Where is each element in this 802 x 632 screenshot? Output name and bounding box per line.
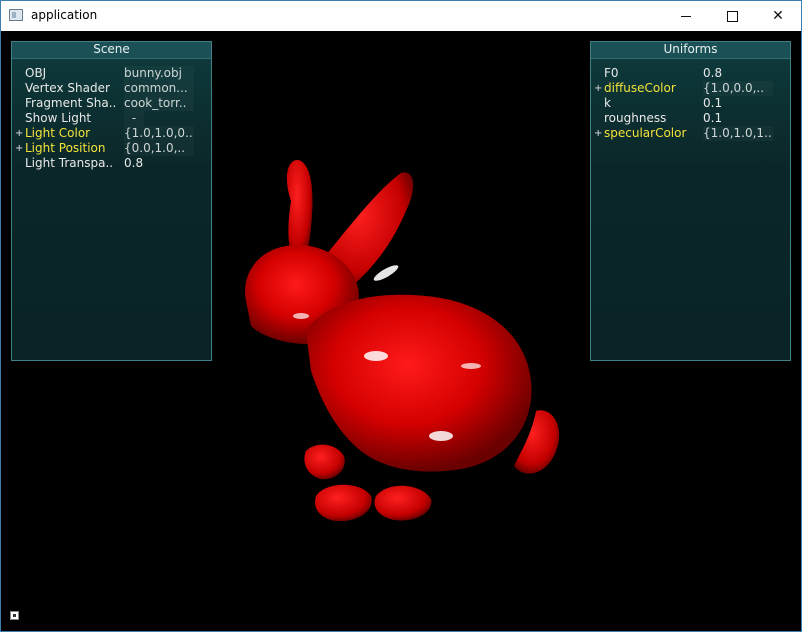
maximize-button[interactable]	[709, 1, 755, 31]
diffuse-color-field[interactable]: {1.0,0.0,..	[703, 81, 773, 96]
scene-row-light-color[interactable]: + Light Color {1.0,1.0,0..	[12, 126, 211, 141]
row-label: specularColor	[604, 126, 687, 140]
uniform-row-diffuse-color[interactable]: + diffuseColor {1.0,0.0,..	[591, 81, 790, 96]
app-window-icon	[9, 9, 23, 21]
expand-plus-icon[interactable]: +	[594, 81, 602, 96]
expand-plus-icon[interactable]: +	[15, 126, 23, 141]
close-button[interactable]: ✕	[755, 1, 801, 31]
specular-highlight	[293, 313, 309, 319]
window-title: application	[31, 8, 98, 22]
row-label: Light Color	[25, 126, 91, 140]
scene-row-fragment-shader[interactable]: Fragment Sha.. cook_torr..	[12, 96, 211, 111]
uniforms-panel-title[interactable]: Uniforms	[591, 42, 790, 59]
expand-plus-icon[interactable]: +	[594, 126, 602, 141]
render-viewport[interactable]: Scene OBJ bunny.obj Vertex Shader common…	[1, 31, 801, 631]
uniforms-panel[interactable]: Uniforms F0 0.8 + diffuseColor {1.0,0.0,…	[590, 41, 791, 361]
bunny-body	[306, 294, 532, 472]
scene-row-light-transparency[interactable]: Light Transpa.. 0.8	[12, 156, 211, 171]
vertex-shader-field[interactable]: common...	[124, 81, 194, 96]
minimize-icon	[681, 15, 691, 17]
row-label: k	[604, 96, 611, 110]
uniform-row-specular-color[interactable]: + specularColor {1.0,1.0,1..	[591, 126, 790, 141]
f0-field[interactable]: 0.8	[703, 66, 773, 81]
row-label: F0	[604, 66, 619, 80]
row-label: roughness	[604, 111, 667, 125]
row-label: Fragment Sha..	[25, 96, 117, 110]
fragment-shader-field[interactable]: cook_torr..	[124, 96, 194, 111]
specular-highlight	[364, 351, 388, 361]
bunny-foot-right	[374, 485, 432, 521]
specular-color-field[interactable]: {1.0,1.0,1..	[703, 126, 773, 141]
row-label: OBJ	[25, 66, 47, 80]
scene-row-light-position[interactable]: + Light Position {0.0,1.0,..	[12, 141, 211, 156]
roughness-field[interactable]: 0.1	[703, 111, 773, 126]
obj-value-field[interactable]: bunny.obj	[124, 66, 194, 81]
expand-plus-icon[interactable]: +	[15, 141, 23, 156]
uniform-row-k[interactable]: k 0.1	[591, 96, 790, 111]
bunny-model	[245, 160, 560, 521]
specular-highlight	[461, 363, 481, 369]
row-label: Light Transpa..	[25, 156, 114, 170]
scene-row-show-light[interactable]: Show Light -	[12, 111, 211, 126]
uniform-row-f0[interactable]: F0 0.8	[591, 66, 790, 81]
resize-grip-icon[interactable]	[10, 611, 19, 620]
title-bar[interactable]: application ✕	[1, 1, 801, 31]
bunny-foot-left	[315, 484, 372, 521]
scene-row-vertex-shader[interactable]: Vertex Shader common...	[12, 81, 211, 96]
light-color-field[interactable]: {1.0,1.0,0..	[124, 126, 194, 141]
row-label: Vertex Shader	[25, 81, 110, 95]
close-icon: ✕	[772, 8, 784, 24]
k-field[interactable]: 0.1	[703, 96, 773, 111]
uniform-row-roughness[interactable]: roughness 0.1	[591, 111, 790, 126]
specular-highlight	[429, 431, 453, 441]
maximize-icon	[726, 10, 738, 22]
light-position-field[interactable]: {0.0,1.0,..	[124, 141, 194, 156]
light-transparency-field[interactable]: 0.8	[124, 156, 194, 171]
row-label: diffuseColor	[604, 81, 676, 95]
minimize-button[interactable]	[663, 1, 709, 31]
scene-panel-title[interactable]: Scene	[12, 42, 211, 59]
row-label: Light Position	[25, 141, 106, 155]
scene-row-obj[interactable]: OBJ bunny.obj	[12, 66, 211, 81]
row-label: Show Light	[25, 111, 92, 125]
application-window: application ✕ Scene OBJ bunny.obj Vertex…	[0, 0, 802, 632]
bunny-front-foot	[304, 444, 345, 480]
show-light-toggle[interactable]: -	[124, 111, 144, 126]
specular-highlight	[373, 265, 399, 281]
scene-panel[interactable]: Scene OBJ bunny.obj Vertex Shader common…	[11, 41, 212, 361]
